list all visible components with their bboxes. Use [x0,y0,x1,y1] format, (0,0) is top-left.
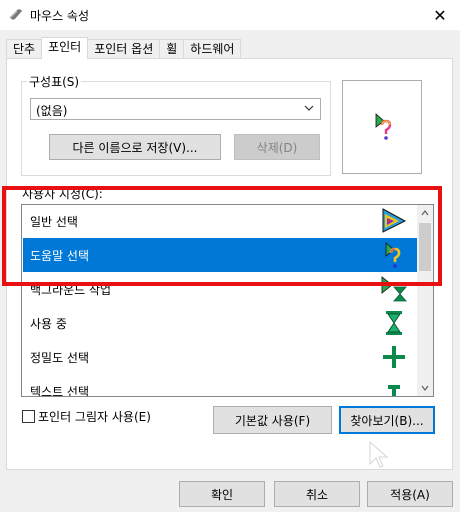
pointer-shadow-checkbox[interactable] [22,410,35,423]
use-default-button[interactable]: 기본값 사용(F) [213,406,332,434]
tab-hardware[interactable]: 하드웨어 [183,39,242,59]
window-title: 마우스 속성 [30,9,90,23]
scheme-groupbox [21,81,331,176]
cursor-list[interactable]: 일반 선택 도움말 선택 백그라운드 작업 사용 중 정밀도 선택 텍스트 선택 [21,204,434,397]
list-item-label: 텍스트 선택 [30,384,90,397]
list-item-label: 정밀도 선택 [30,350,90,365]
scroll-down-button[interactable] [417,380,433,396]
mouse-icon [10,9,22,20]
help-cursor-icon [385,242,401,268]
working-in-background-icon [381,276,407,302]
list-item[interactable]: 백그라운드 작업 [23,272,418,306]
tab-buttons[interactable]: 단추 [6,39,43,59]
list-item-label: 일반 선택 [30,214,78,229]
cursor-preview [342,80,422,174]
list-item-label: 백그라운드 작업 [30,282,112,297]
tab-wheel[interactable]: 휠 [159,39,185,59]
help-cursor-icon [375,113,392,140]
scroll-up-button[interactable] [417,205,433,221]
scheme-dropdown[interactable]: (없음) [30,98,321,120]
close-button[interactable]: ✕ [420,0,460,30]
list-item-label: 도움말 선택 [30,248,90,263]
cancel-button[interactable]: 취소 [274,481,360,507]
browse-button[interactable]: 찾아보기(B)... [339,406,435,434]
tab-strip: 단추 포인터 포인터 옵션 휠 하드웨어 [6,37,242,59]
save-as-button[interactable]: 다른 이름으로 저장(V)... [49,134,221,160]
arrow-cursor-icon [382,208,407,233]
list-item[interactable]: 정밀도 선택 [23,340,418,374]
chevron-up-icon [421,210,429,216]
chevron-down-icon [304,105,314,111]
scroll-thumb[interactable] [419,223,431,271]
title-bar: 마우스 속성 ✕ [0,0,460,30]
tab-pointer-options[interactable]: 포인터 옵션 [87,39,161,59]
ok-button[interactable]: 확인 [179,481,265,507]
chevron-down-icon [421,385,429,391]
hourglass-icon [386,311,402,335]
list-item[interactable]: 텍스트 선택 [23,374,418,397]
list-item-selected[interactable]: 도움말 선택 [23,238,418,272]
close-icon: ✕ [433,5,447,25]
list-scrollbar[interactable] [417,205,433,396]
delete-button[interactable]: 삭제(D) [234,134,320,160]
tab-pointers[interactable]: 포인터 [41,37,89,59]
list-item[interactable]: 일반 선택 [23,205,418,238]
crosshair-icon [383,346,405,368]
arrow-cursor-icon [369,440,389,468]
apply-button[interactable]: 적용(A) [367,481,453,507]
pointer-shadow-label[interactable]: 포인터 그림자 사용(E) [38,408,151,425]
list-item-label: 사용 중 [30,316,67,331]
text-select-icon [388,385,400,396]
scheme-selected-value: (없음) [36,104,68,118]
scheme-group-label: 구성표(S) [27,73,82,90]
customize-label: 사용자 지정(C): [22,187,103,201]
list-item[interactable]: 사용 중 [23,306,418,340]
